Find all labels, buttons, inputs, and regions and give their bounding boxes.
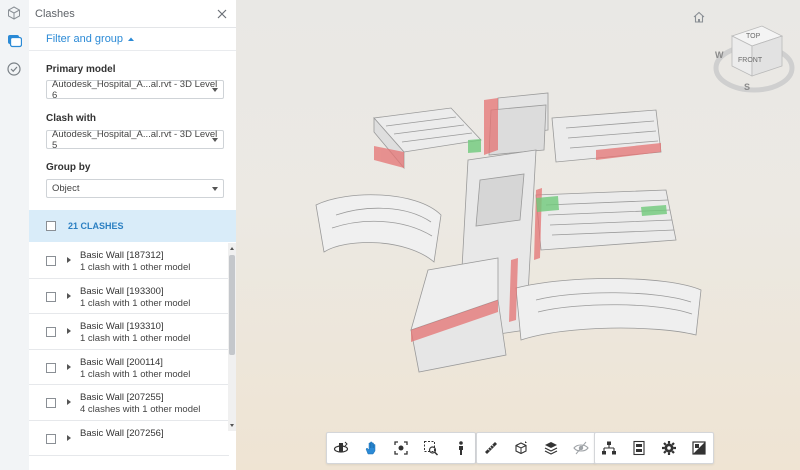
item-name: Basic Wall [200114]: [80, 356, 163, 368]
group-by-label: Group by: [46, 162, 91, 173]
clash-count-header: 21 CLASHES: [29, 210, 236, 242]
list-item[interactable]: Basic Wall [207255] 4 clashes with 1 oth…: [29, 385, 229, 421]
clash-count: 21 CLASHES: [68, 221, 124, 231]
expand-icon[interactable]: [67, 363, 71, 370]
viewcube-west-label[interactable]: W: [715, 50, 724, 60]
3d-viewport[interactable]: TOP FRONT W S: [236, 0, 800, 470]
list-scrollbar[interactable]: [228, 243, 236, 431]
group-by-select[interactable]: Object: [46, 179, 224, 198]
orbit-icon[interactable]: [333, 440, 349, 456]
item-desc: 1 clash with 1 other model: [80, 297, 191, 309]
list-item[interactable]: Basic Wall [207256]: [29, 421, 229, 456]
clash-with-label: Clash with: [46, 113, 97, 124]
item-desc: 1 clash with 1 other model: [80, 262, 191, 273]
viewcube-south-label[interactable]: S: [744, 82, 750, 92]
first-person-icon[interactable]: [453, 440, 469, 456]
clash-with-select[interactable]: Autodesk_Hospital_A...al.rvt - 3D Level …: [46, 128, 224, 151]
settings-icon[interactable]: [661, 440, 677, 456]
layers-icon[interactable]: [543, 440, 559, 456]
item-desc: 1 clash with 1 other model: [80, 333, 191, 344]
clash-with-value: Autodesk_Hospital_A...al.rvt - 3D Level …: [52, 128, 218, 151]
expand-icon[interactable]: [67, 399, 71, 405]
row-checkbox[interactable]: [46, 398, 56, 408]
zoom-window-icon[interactable]: [423, 440, 439, 456]
primary-model-select[interactable]: Autodesk_Hospital_A...al.rvt - 3D Level …: [46, 78, 224, 101]
close-icon[interactable]: [216, 8, 228, 20]
pan-icon[interactable]: [363, 440, 379, 456]
item-name: Basic Wall [187312]: [80, 250, 164, 261]
item-name: Basic Wall [193300]: [80, 285, 164, 297]
fullscreen-icon[interactable]: [691, 440, 707, 456]
clash-list: Basic Wall [187312] 1 clash with 1 other…: [29, 243, 229, 470]
expand-icon[interactable]: [67, 292, 71, 299]
chevron-down-icon: [212, 187, 218, 191]
home-icon[interactable]: [692, 10, 706, 24]
item-name: Basic Wall [207256]: [80, 427, 164, 439]
viewcube-top-label[interactable]: TOP: [746, 33, 760, 40]
left-rail: [0, 0, 30, 470]
check-circle-icon[interactable]: [6, 61, 22, 77]
row-checkbox[interactable]: [46, 291, 56, 302]
explode-icon[interactable]: [573, 440, 589, 456]
model-browser-icon[interactable]: [601, 440, 617, 456]
clashes-icon[interactable]: [6, 32, 22, 48]
panel-header: Clashes: [29, 0, 236, 28]
primary-model-label: Primary model: [46, 64, 116, 75]
cube-icon[interactable]: [6, 5, 22, 21]
list-item[interactable]: Basic Wall [187312] 1 clash with 1 other…: [29, 243, 229, 279]
properties-icon[interactable]: [631, 440, 647, 456]
fit-view-icon[interactable]: [393, 440, 409, 456]
expand-icon[interactable]: [67, 328, 71, 334]
panel-title: Clashes: [35, 7, 75, 20]
chevron-down-icon: [212, 138, 218, 142]
viewcube-front-label[interactable]: FRONT: [738, 57, 762, 64]
group-by-value: Object: [52, 183, 80, 194]
section-icon[interactable]: [513, 440, 529, 456]
scroll-up-icon[interactable]: [228, 245, 236, 251]
list-item[interactable]: Basic Wall [193310] 1 clash with 1 other…: [29, 314, 229, 350]
row-checkbox[interactable]: [46, 433, 56, 444]
list-item[interactable]: Basic Wall [193300] 1 clash with 1 other…: [29, 279, 229, 314]
row-checkbox[interactable]: [46, 327, 56, 337]
expand-icon[interactable]: [67, 434, 71, 441]
panels-toolbar: [594, 432, 714, 464]
item-name: Basic Wall [193310]: [80, 321, 164, 332]
measure-icon[interactable]: [483, 440, 499, 456]
scroll-down-icon[interactable]: [228, 423, 236, 429]
item-desc: 4 clashes with 1 other model: [80, 404, 201, 415]
navigation-toolbar: [326, 432, 476, 464]
scroll-thumb[interactable]: [229, 255, 235, 355]
select-all-checkbox[interactable]: [46, 221, 56, 231]
item-desc: 1 clash with 1 other model: [80, 368, 191, 380]
chevron-down-icon: [212, 88, 218, 92]
filter-toggle-label: Filter and group: [46, 33, 124, 45]
row-checkbox[interactable]: [46, 256, 56, 266]
expand-icon[interactable]: [67, 257, 71, 263]
item-name: Basic Wall [207255]: [80, 392, 164, 403]
tools-toolbar: [476, 432, 596, 464]
clashes-panel: Clashes Filter and group Primary model A…: [29, 0, 237, 470]
viewcube[interactable]: TOP FRONT W S: [710, 20, 800, 100]
row-checkbox[interactable]: [46, 362, 56, 373]
caret-up-icon: [128, 37, 135, 41]
list-item[interactable]: Basic Wall [200114] 1 clash with 1 other…: [29, 350, 229, 385]
primary-model-value: Autodesk_Hospital_A...al.rvt - 3D Level …: [52, 78, 218, 101]
filter-and-group-toggle[interactable]: Filter and group: [46, 33, 135, 45]
filter-area: Primary model Autodesk_Hospital_A...al.r…: [29, 50, 236, 211]
